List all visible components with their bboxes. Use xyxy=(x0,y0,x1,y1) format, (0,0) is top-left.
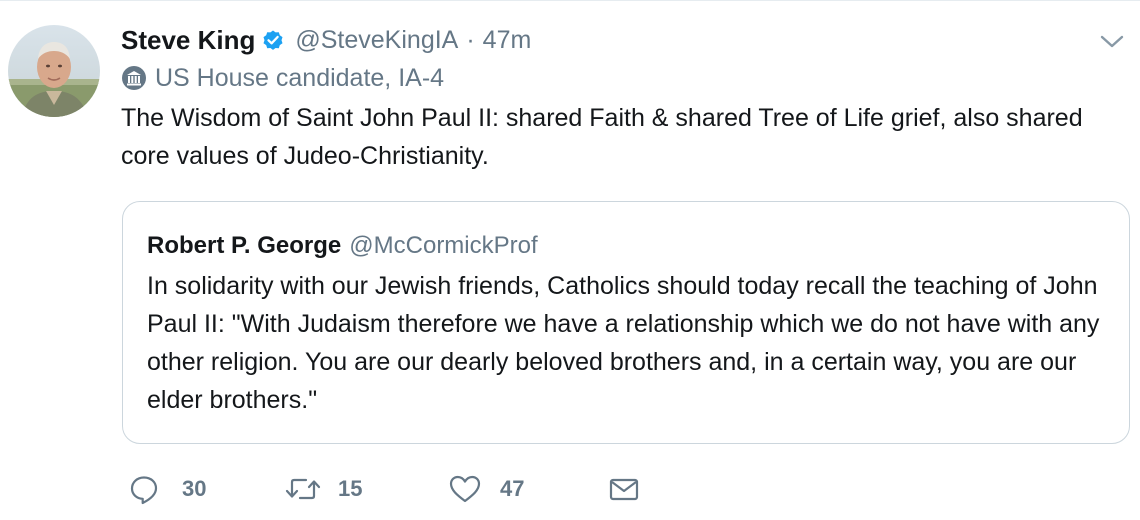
quote-header: Robert P. George @McCormickProf xyxy=(147,232,538,260)
like-button[interactable]: 47 xyxy=(448,471,524,507)
verified-badge-icon xyxy=(261,28,285,52)
chevron-down-icon[interactable] xyxy=(1098,31,1126,51)
avatar[interactable] xyxy=(8,25,100,117)
retweet-icon xyxy=(284,473,322,505)
direct-message-button[interactable] xyxy=(608,471,640,507)
quoted-tweet[interactable]: Robert P. George @McCormickProf In solid… xyxy=(122,201,1130,444)
tweet[interactable]: Steve King @SteveKingIA · 47m US House c… xyxy=(0,0,1140,520)
like-count: 47 xyxy=(500,476,525,501)
quote-display-name: Robert P. George xyxy=(147,232,342,259)
quote-text: In solidarity with our Jewish friends, C… xyxy=(147,272,1100,414)
tweet-header: Steve King @SteveKingIA · 47m xyxy=(121,23,531,57)
label-text: US House candidate, IA-4 xyxy=(155,63,445,92)
quote-handle: @McCormickProf xyxy=(349,232,538,259)
reply-icon xyxy=(128,473,160,505)
envelope-icon xyxy=(608,473,640,505)
user-handle[interactable]: @SteveKingIA xyxy=(295,26,458,55)
reply-button[interactable]: 30 xyxy=(128,471,206,507)
display-name[interactable]: Steve King xyxy=(121,25,255,56)
timestamp[interactable]: 47m xyxy=(483,26,532,55)
separator: · xyxy=(466,25,475,54)
retweet-count: 15 xyxy=(338,476,363,501)
retweet-button[interactable]: 15 xyxy=(284,471,362,507)
account-label: US House candidate, IA-4 xyxy=(121,62,444,94)
reply-count: 30 xyxy=(182,476,207,501)
heart-icon xyxy=(448,473,482,505)
government-building-icon xyxy=(121,65,147,91)
tweet-text: The Wisdom of Saint John Paul II: shared… xyxy=(121,104,1083,170)
